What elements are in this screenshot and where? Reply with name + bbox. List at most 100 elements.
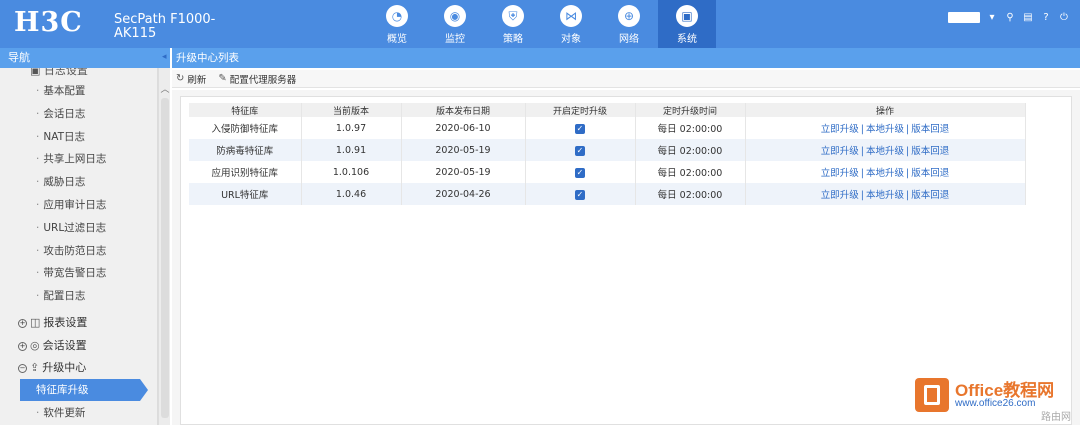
local-upgrade-link[interactable]: 本地升级	[866, 124, 904, 135]
save-icon[interactable]: ▤	[1022, 12, 1034, 23]
version-cell: 1.0.46	[301, 183, 402, 205]
sidebar-item[interactable]: · 共享上网日志	[36, 148, 106, 170]
nav-item-4[interactable]: ⊕ 网络	[600, 0, 658, 48]
sidebar-item[interactable]: · 攻击防范日志	[36, 240, 106, 262]
table-body: 入侵防御特征库 1.0.97 2020-06-10 ✓ 每日 02:00:00 立即升级 |…	[189, 117, 1026, 205]
watermark-url: www.office26.com	[955, 398, 1036, 409]
top-header: H3C SecPath F1000-AK115 ◔ 概览 ◉ 监控 ⛨ 策略 ⋈ 对象 ⊕ 网络 ▣…	[0, 0, 1080, 48]
sidebar-group-report[interactable]: + ◫ 报表设置	[18, 312, 87, 334]
main-nav: ◔ 概览 ◉ 监控 ⛨ 策略 ⋈ 对象 ⊕ 网络 ▣ 系统	[368, 0, 716, 48]
sidebar: ▣ 日志设置 · 基本配置 · 会话日志 · NAT日志 · 共享上网日志 · 威胁日志 · 应用审计…	[0, 68, 158, 425]
column-header: 定时升级时间	[635, 103, 746, 117]
sidebar-group-upgrade[interactable]: − ⇪ 升级中心	[18, 357, 86, 379]
operations-cell: 立即升级 | 本地升级 | 版本回退	[745, 139, 1026, 161]
sidebar-item[interactable]: · 基本配置	[36, 80, 85, 102]
dropdown-arrow-icon[interactable]: ▾	[986, 12, 998, 23]
column-header: 操作	[745, 103, 1026, 117]
collapse-icon: −	[18, 363, 27, 373]
table-row: 应用识别特征库 1.0.106 2020-05-19 ✓ 每日 02:00:00 立即升级…	[189, 161, 1026, 183]
sidebar-item[interactable]: · URL过滤日志	[36, 217, 106, 239]
local-upgrade-link[interactable]: 本地升级	[866, 146, 904, 157]
scroll-thumb[interactable]	[161, 98, 169, 418]
nav-label: 监控	[445, 34, 465, 45]
signature-name-cell: URL特征库	[189, 183, 302, 205]
help-icon[interactable]: ?	[1040, 12, 1052, 23]
nav-item-2[interactable]: ⛨ 策略	[484, 0, 542, 48]
column-header: 版本发布日期	[401, 103, 526, 117]
nav-label: 网络	[619, 34, 639, 45]
upgrade-now-link[interactable]: 立即升级	[821, 190, 859, 201]
signature-name-cell: 防病毒特征库	[189, 139, 302, 161]
local-upgrade-link[interactable]: 本地升级	[866, 168, 904, 179]
operations-cell: 立即升级 | 本地升级 | 版本回退	[745, 117, 1026, 139]
operations-cell: 立即升级 | 本地升级 | 版本回退	[745, 161, 1026, 183]
table-header-row: 特征库 当前版本 版本发布日期 开启定时升级 定时升级时间 操作	[189, 103, 1026, 117]
toolbar: ↻ 刷新 ✎ 配置代理服务器	[172, 70, 1080, 88]
scheduled-cell: ✓	[525, 183, 636, 205]
version-cell: 1.0.106	[301, 161, 402, 183]
power-icon[interactable]: ⏻	[1058, 12, 1070, 23]
sidebar-item-signature-upgrade[interactable]: 特征库升级	[20, 379, 148, 401]
scheduled-upgrade-checkbox[interactable]: ✓	[575, 167, 585, 178]
nav-label: 系统	[677, 34, 697, 45]
wrench-icon: ✎	[218, 73, 227, 84]
sidebar-item[interactable]: · 配置日志	[36, 285, 85, 307]
release-date-cell: 2020-05-19	[401, 161, 526, 183]
sidebar-item-software-update[interactable]: · 软件更新	[36, 402, 85, 424]
h3c-logo: H3C	[14, 7, 83, 38]
sidebar-item[interactable]: · 应用审计日志	[36, 194, 106, 216]
nav-item-3[interactable]: ⋈ 对象	[542, 0, 600, 48]
upgrade-now-link[interactable]: 立即升级	[821, 146, 859, 157]
schedule-time-cell: 每日 02:00:00	[635, 117, 746, 139]
monitor-icon: ▣	[676, 5, 698, 27]
collapse-sidebar-icon[interactable]: ◂	[162, 52, 167, 62]
search-icon[interactable]: ⚲	[1004, 12, 1016, 23]
signature-table: 特征库 当前版本 版本发布日期 开启定时升级 定时升级时间 操作 入侵防御特征库 1.0.9…	[189, 103, 1026, 205]
rollback-link[interactable]: 版本回退	[911, 190, 949, 201]
operations-cell: 立即升级 | 本地升级 | 版本回退	[745, 183, 1026, 205]
schedule-time-cell: 每日 02:00:00	[635, 139, 746, 161]
header-tools: ▾ ⚲ ▤ ? ⏻	[948, 12, 1070, 23]
rollback-link[interactable]: 版本回退	[911, 168, 949, 179]
column-header: 特征库	[189, 103, 302, 117]
refresh-button[interactable]: ↻ 刷新	[176, 72, 206, 86]
table-row: URL特征库 1.0.46 2020-04-26 ✓ 每日 02:00:00 立即升级 | 本…	[189, 183, 1026, 205]
sidebar-item[interactable]: · 威胁日志	[36, 171, 85, 193]
globe-icon: ⊕	[618, 5, 640, 27]
rollback-link[interactable]: 版本回退	[911, 124, 949, 135]
upgrade-now-link[interactable]: 立即升级	[821, 168, 859, 179]
column-header: 开启定时升级	[525, 103, 636, 117]
scheduled-upgrade-checkbox[interactable]: ✓	[575, 123, 585, 134]
sidebar-item[interactable]: · 带宽告警日志	[36, 262, 106, 284]
nav-item-0[interactable]: ◔ 概览	[368, 0, 426, 48]
sidebar-scrollbar[interactable]: ︿	[158, 68, 170, 425]
user-dropdown[interactable]	[948, 12, 980, 23]
release-date-cell: 2020-06-10	[401, 117, 526, 139]
column-header: 当前版本	[301, 103, 402, 117]
sidebar-group-session[interactable]: + ◎ 会话设置	[18, 335, 87, 357]
share-icon: ⋈	[560, 5, 582, 27]
report-icon: ◫	[30, 316, 41, 329]
nav-label: 策略	[503, 34, 523, 45]
sidebar-item[interactable]: · 会话日志	[36, 103, 85, 125]
schedule-time-cell: 每日 02:00:00	[635, 161, 746, 183]
scheduled-upgrade-checkbox[interactable]: ✓	[575, 189, 585, 200]
nav-label: 概览	[387, 34, 407, 45]
proxy-config-button[interactable]: ✎ 配置代理服务器	[218, 72, 296, 86]
scroll-up-icon[interactable]: ︿	[160, 82, 170, 95]
upload-icon: ⇪	[30, 361, 40, 374]
release-date-cell: 2020-05-19	[401, 139, 526, 161]
table-row: 防病毒特征库 1.0.91 2020-05-19 ✓ 每日 02:00:00 立即升级 | 本…	[189, 139, 1026, 161]
sidebar-item[interactable]: · NAT日志	[36, 126, 85, 148]
session-icon: ◎	[30, 339, 40, 352]
rollback-link[interactable]: 版本回退	[911, 146, 949, 157]
upgrade-now-link[interactable]: 立即升级	[821, 124, 859, 135]
local-upgrade-link[interactable]: 本地升级	[866, 190, 904, 201]
sidebar-item-log-settings[interactable]: ▣ 日志设置	[30, 68, 88, 78]
nav-item-1[interactable]: ◉ 监控	[426, 0, 484, 48]
product-name: SecPath F1000-AK115	[114, 12, 216, 41]
scheduled-upgrade-checkbox[interactable]: ✓	[575, 145, 585, 156]
nav-item-5[interactable]: ▣ 系统	[658, 0, 716, 48]
release-date-cell: 2020-04-26	[401, 183, 526, 205]
page-title: 升级中心列表	[172, 48, 1080, 68]
